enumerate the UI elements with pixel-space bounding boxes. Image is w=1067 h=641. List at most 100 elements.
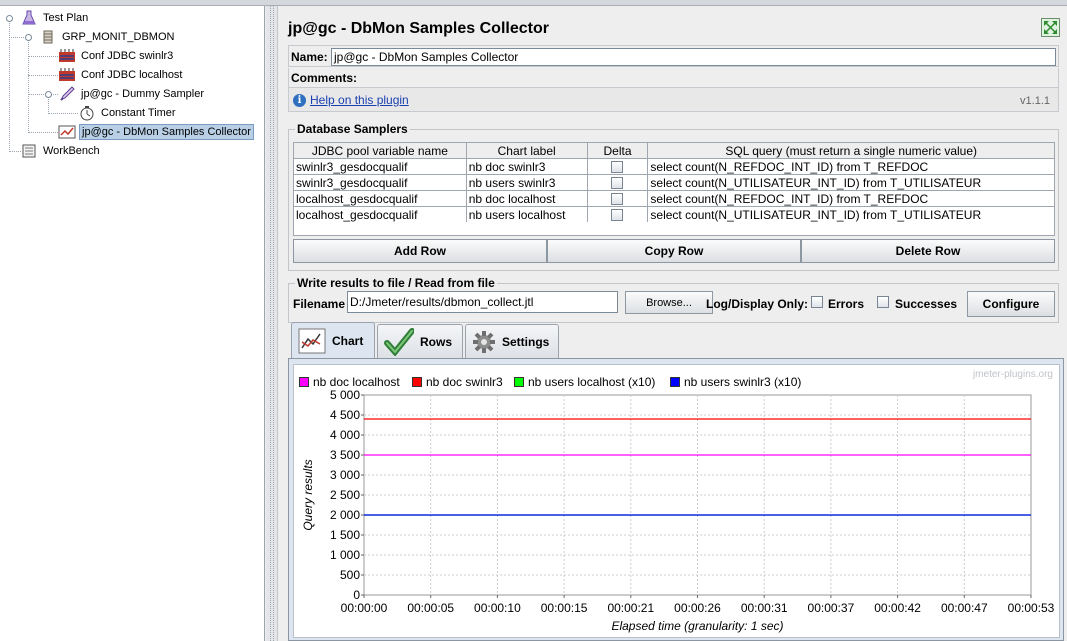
tree-item-label: GRP_MONIT_DBMON xyxy=(62,31,175,43)
successes-checkbox[interactable] xyxy=(877,296,889,308)
tree-item-jdbc-localhost[interactable]: Conf JDBC localhost xyxy=(58,66,185,84)
tab-chart[interactable]: Chart xyxy=(291,322,375,359)
filename-label: Filename xyxy=(293,297,346,311)
jdbc-config-icon xyxy=(58,48,76,64)
help-link[interactable]: Help on this plugin xyxy=(310,93,409,107)
delta-cell[interactable] xyxy=(586,158,649,175)
tree-item-label: Conf JDBC localhost xyxy=(81,69,183,81)
x-tick-label: 00:00:05 xyxy=(407,601,454,615)
tree-item-label: Conf JDBC swinlr3 xyxy=(81,50,174,62)
label-cell[interactable]: nb doc swinlr3 xyxy=(465,158,588,175)
query-cell[interactable]: select count(N_UTILISATEUR_INT_ID) from … xyxy=(647,206,1055,223)
y-tick-label: 0 xyxy=(353,588,360,602)
y-tick-label: 1 500 xyxy=(330,528,360,542)
delta-cell[interactable] xyxy=(586,190,649,207)
delta-checkbox[interactable] xyxy=(611,161,624,174)
split-pane-divider[interactable] xyxy=(266,6,278,641)
chart-icon xyxy=(298,328,326,354)
group-title: Database Samplers xyxy=(295,122,410,136)
query-cell[interactable]: select count(N_REFDOC_INT_ID) from T_REF… xyxy=(647,190,1055,207)
tree-item-constant-timer[interactable]: Constant Timer xyxy=(78,104,178,122)
label-cell[interactable]: nb users localhost xyxy=(465,206,588,223)
add-row-button[interactable]: Add Row xyxy=(293,239,547,263)
x-tick-label: 00:00:31 xyxy=(741,601,788,615)
jdbc-config-icon xyxy=(58,67,76,83)
pool-cell[interactable]: localhost_gesdocqualif xyxy=(293,190,467,207)
column-header[interactable]: Delta xyxy=(586,142,649,159)
chart-tab-panel: jmeter-plugins.org nb doc localhost nb d… xyxy=(288,358,1064,641)
delta-cell[interactable] xyxy=(586,206,649,223)
delete-row-button[interactable]: Delete Row xyxy=(801,239,1055,263)
tree-item-dbmon-collector[interactable]: jp@gc - DbMon Samples Collector xyxy=(58,123,254,141)
collapse-handle[interactable] xyxy=(25,34,32,41)
comments-label: Comments: xyxy=(291,71,358,85)
errors-label: Errors xyxy=(828,297,865,311)
timer-icon xyxy=(78,105,96,121)
table-row[interactable]: swinlr3_gesdocqualif nb users swinlr3 se… xyxy=(293,174,1055,191)
y-tick-label: 5 000 xyxy=(330,388,360,402)
pool-cell[interactable]: localhost_gesdocqualif xyxy=(293,206,467,223)
column-header[interactable]: JDBC pool variable name xyxy=(293,142,467,159)
comments-row[interactable]: Comments: xyxy=(288,68,1059,88)
column-header[interactable]: Chart label xyxy=(465,142,588,159)
filename-field[interactable]: D:/Jmeter/results/dbmon_collect.jtl xyxy=(347,291,618,313)
errors-checkbox[interactable] xyxy=(811,296,823,308)
query-cell[interactable]: select count(N_REFDOC_INT_ID) from T_REF… xyxy=(647,158,1055,175)
help-row: i Help on this plugin v1.1.1 xyxy=(288,88,1059,112)
pool-cell[interactable]: swinlr3_gesdocqualif xyxy=(293,174,467,191)
name-row: Name: jp@gc - DbMon Samples Collector xyxy=(288,45,1059,67)
y-axis-title: Query results xyxy=(301,459,315,530)
query-cell[interactable]: select count(N_UTILISATEUR_INT_ID) from … xyxy=(647,174,1055,191)
tree-item-test-plan[interactable]: Test Plan xyxy=(20,9,90,27)
label-cell[interactable]: nb users swinlr3 xyxy=(465,174,588,191)
tab-rows[interactable]: Rows xyxy=(377,324,463,358)
spool-icon xyxy=(39,29,57,45)
y-tick-label: 3 000 xyxy=(330,468,360,482)
x-axis-title: Elapsed time (granularity: 1 sec) xyxy=(611,619,783,633)
tree-item-dummy-sampler[interactable]: jp@gc - Dummy Sampler xyxy=(58,85,206,103)
name-label: Name: xyxy=(291,50,328,64)
log-display-only-label: Log/Display Only: xyxy=(706,297,809,311)
configure-button[interactable]: Configure xyxy=(967,291,1055,317)
expand-icon[interactable] xyxy=(1041,18,1060,37)
table-row[interactable]: localhost_gesdocqualif nb users localhos… xyxy=(293,206,1055,223)
tree-item-label: jp@gc - Dummy Sampler xyxy=(81,88,205,100)
tab-settings[interactable]: Settings xyxy=(465,324,559,358)
copy-row-button[interactable]: Copy Row xyxy=(547,239,801,263)
tree-item-label: Constant Timer xyxy=(101,107,176,119)
collapse-handle[interactable] xyxy=(45,91,52,98)
workbench-icon xyxy=(20,143,38,159)
delta-checkbox[interactable] xyxy=(611,177,624,190)
y-tick-label: 500 xyxy=(340,568,360,582)
tree-item-workbench[interactable]: WorkBench xyxy=(20,142,102,160)
label-cell[interactable]: nb doc localhost xyxy=(465,190,588,207)
delta-checkbox[interactable] xyxy=(611,209,624,222)
info-icon: i xyxy=(293,94,306,107)
x-tick-label: 00:00:21 xyxy=(607,601,654,615)
page-title: jp@gc - DbMon Samples Collector xyxy=(288,20,549,37)
x-tick-label: 00:00:37 xyxy=(808,601,855,615)
successes-label: Successes xyxy=(895,297,958,311)
tree-item-label: Test Plan xyxy=(43,12,89,24)
pool-cell[interactable]: swinlr3_gesdocqualif xyxy=(293,158,467,175)
x-tick-label: 00:00:53 xyxy=(1008,601,1055,615)
tree-item-label: jp@gc - DbMon Samples Collector xyxy=(79,124,254,140)
x-tick-label: 00:00:15 xyxy=(541,601,588,615)
line-chart: 0 500 1 000 1 500 2 000 2 500 3 000 3 500 4 000 4… xyxy=(301,388,1055,633)
group-title: Write results to file / Read from file xyxy=(295,276,497,290)
table-row[interactable]: localhost_gesdocqualif nb doc localhost … xyxy=(293,190,1055,207)
test-plan-tree: Test Plan GRP_MONIT_DBMON Conf JDBC swin… xyxy=(0,6,265,641)
tree-item-thread-group[interactable]: GRP_MONIT_DBMON xyxy=(39,28,176,46)
column-header[interactable]: SQL query (must return a single numeric … xyxy=(647,142,1055,159)
delta-cell[interactable] xyxy=(586,174,649,191)
name-field[interactable]: jp@gc - DbMon Samples Collector xyxy=(331,48,1056,66)
x-tick-label: 00:00:26 xyxy=(674,601,721,615)
table-empty-area xyxy=(293,222,1055,236)
tree-item-jdbc-swinlr3[interactable]: Conf JDBC swinlr3 xyxy=(58,47,175,65)
table-row[interactable]: swinlr3_gesdocqualif nb doc swinlr3 sele… xyxy=(293,158,1055,175)
y-tick-label: 3 500 xyxy=(330,448,360,462)
browse-button[interactable]: Browse... xyxy=(625,291,713,314)
delta-checkbox[interactable] xyxy=(611,193,624,206)
gear-icon xyxy=(472,330,496,354)
collapse-handle[interactable] xyxy=(6,15,13,22)
